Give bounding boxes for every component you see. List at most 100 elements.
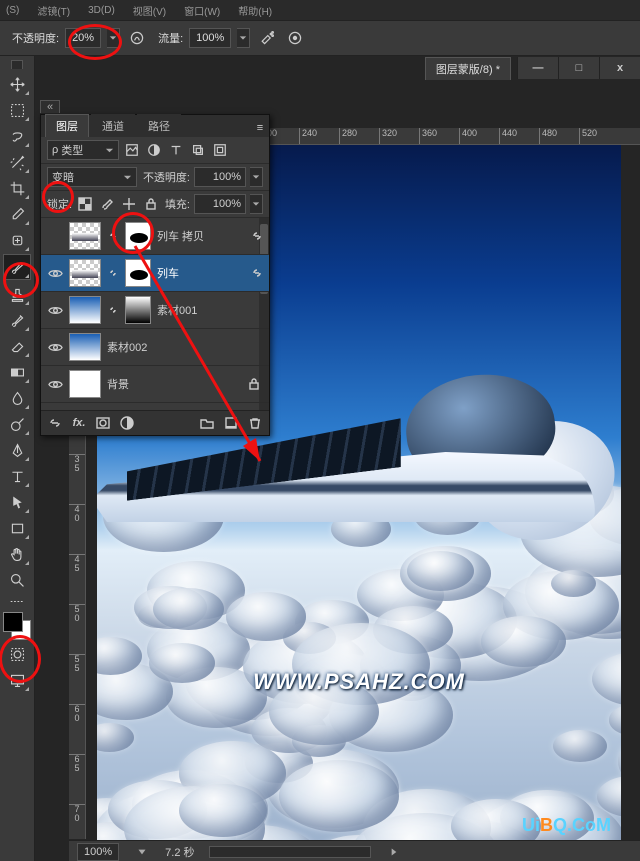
menu-item[interactable]: (S) <box>6 5 19 16</box>
crop-tool-icon[interactable] <box>4 176 30 200</box>
layer-name[interactable]: 列车 拷贝 <box>157 228 245 244</box>
delete-layer-icon[interactable] <box>245 414 265 432</box>
visibility-toggle[interactable] <box>47 376 63 392</box>
marquee-tool-icon[interactable] <box>4 98 30 122</box>
layer-thumb[interactable] <box>69 370 101 398</box>
rectangle-tool-icon[interactable] <box>4 516 30 540</box>
menu-item[interactable]: 视图(V) <box>133 3 166 18</box>
blur-tool-icon[interactable] <box>4 386 30 410</box>
document-tab[interactable]: 图层蒙版/8) * <box>425 57 511 80</box>
fill-dropdown-icon[interactable] <box>250 194 263 214</box>
layers-panel: 图层 通道 路径 ≡ ρ 类型 变暗 不透明度: 100% <box>40 114 270 436</box>
history-brush-tool-icon[interactable] <box>4 308 30 332</box>
lock-pixels-icon[interactable] <box>98 195 116 213</box>
visibility-toggle[interactable] <box>47 265 63 281</box>
lock-transparent-icon[interactable] <box>76 195 94 213</box>
link-indicator-icon[interactable] <box>251 267 263 279</box>
healing-tool-icon[interactable] <box>4 228 30 252</box>
window-maximize-button[interactable]: □ <box>558 57 599 79</box>
layer-row[interactable]: 列车 拷贝 <box>41 218 269 255</box>
pressure-size-icon[interactable] <box>284 27 306 49</box>
panel-collapse-icon[interactable]: « <box>40 100 60 113</box>
tab-layers[interactable]: 图层 <box>45 114 89 137</box>
hand-tool-icon[interactable] <box>4 542 30 566</box>
path-select-tool-icon[interactable] <box>4 490 30 514</box>
layer-opacity-dropdown-icon[interactable] <box>250 167 263 187</box>
opacity-value[interactable]: 20% <box>65 28 101 48</box>
link-indicator-icon[interactable] <box>251 230 263 242</box>
window-minimize-button[interactable]: — <box>517 57 558 79</box>
color-swatch[interactable] <box>2 611 32 641</box>
status-caret-icon[interactable] <box>133 843 151 861</box>
lasso-tool-icon[interactable] <box>4 124 30 148</box>
magic-wand-tool-icon[interactable] <box>4 150 30 174</box>
type-tool-icon[interactable] <box>4 464 30 488</box>
brush-tool-icon[interactable] <box>3 254 31 280</box>
tab-channels[interactable]: 通道 <box>91 114 135 137</box>
tab-paths[interactable]: 路径 <box>137 114 181 137</box>
menu-item[interactable]: 帮助(H) <box>238 3 272 18</box>
fill-value[interactable]: 100% <box>194 194 246 214</box>
layer-name[interactable]: 素材002 <box>107 339 263 355</box>
panel-menu-icon[interactable]: ≡ <box>251 119 269 137</box>
filter-shape-icon[interactable] <box>189 141 207 159</box>
opacity-label: 不透明度: <box>12 30 59 46</box>
dodge-tool-icon[interactable] <box>4 412 30 436</box>
layer-name[interactable]: 素材001 <box>157 302 263 318</box>
layer-row[interactable]: 素材002 <box>41 329 269 366</box>
new-adjustment-icon[interactable] <box>117 414 137 432</box>
pressure-opacity-icon[interactable] <box>126 27 148 49</box>
layer-thumb[interactable] <box>69 333 101 361</box>
eyedropper-tool-icon[interactable] <box>4 202 30 226</box>
mask-thumb[interactable] <box>125 296 151 324</box>
stamp-tool-icon[interactable] <box>4 282 30 306</box>
flow-dropdown-icon[interactable] <box>237 28 250 48</box>
lock-all-icon[interactable] <box>142 195 160 213</box>
move-tool-icon[interactable] <box>4 72 30 96</box>
mask-thumb[interactable] <box>125 222 151 250</box>
eraser-tool-icon[interactable] <box>4 334 30 358</box>
layer-name[interactable]: 背景 <box>107 376 239 392</box>
menu-item[interactable]: 滤镜(T) <box>37 3 70 18</box>
filter-pixel-icon[interactable] <box>123 141 141 159</box>
status-caret-icon[interactable] <box>385 843 403 861</box>
new-layer-icon[interactable] <box>221 414 241 432</box>
visibility-toggle[interactable] <box>47 302 63 318</box>
layer-fx-icon[interactable]: fx. <box>69 414 89 432</box>
flow-value[interactable]: 100% <box>189 28 231 48</box>
mask-thumb[interactable] <box>125 259 151 287</box>
new-group-icon[interactable] <box>197 414 217 432</box>
airbrush-icon[interactable] <box>256 27 278 49</box>
zoom-tool-icon[interactable] <box>4 568 30 592</box>
filter-kind-select[interactable]: ρ 类型 <box>47 140 119 160</box>
filter-type-icon[interactable] <box>167 141 185 159</box>
layer-thumb[interactable] <box>69 222 101 250</box>
visibility-toggle[interactable] <box>47 228 63 244</box>
blend-mode-select[interactable]: 变暗 <box>47 167 137 187</box>
filter-smart-icon[interactable] <box>211 141 229 159</box>
menu-item[interactable]: 窗口(W) <box>184 3 220 18</box>
opacity-dropdown-icon[interactable] <box>107 28 120 48</box>
visibility-toggle[interactable] <box>47 339 63 355</box>
menu-item[interactable]: 3D(D) <box>88 5 115 16</box>
layer-name[interactable]: 列车 <box>157 265 245 281</box>
window-close-button[interactable]: x <box>599 57 640 79</box>
layer-row[interactable]: 素材001 <box>41 292 269 329</box>
foreground-color-swatch[interactable] <box>3 612 23 632</box>
layer-thumb[interactable] <box>69 259 101 287</box>
add-mask-icon[interactable] <box>93 414 113 432</box>
layer-row[interactable]: 列车 <box>41 255 269 292</box>
screenmode-tool-icon[interactable] <box>4 668 30 692</box>
pen-tool-icon[interactable] <box>4 438 30 462</box>
gradient-tool-icon[interactable] <box>4 360 30 384</box>
filter-adjust-icon[interactable] <box>145 141 163 159</box>
menu-bar: (S) 滤镜(T) 3D(D) 视图(V) 窗口(W) 帮助(H) <box>0 0 640 20</box>
toolbox-collapse-icon[interactable] <box>11 60 23 69</box>
zoom-level[interactable]: 100% <box>77 843 119 861</box>
layer-thumb[interactable] <box>69 296 101 324</box>
link-layers-icon[interactable] <box>45 414 65 432</box>
lock-position-icon[interactable] <box>120 195 138 213</box>
quickmask-tool-icon[interactable] <box>4 642 30 666</box>
layer-opacity-value[interactable]: 100% <box>194 167 246 187</box>
layer-row[interactable]: 背景 <box>41 366 269 403</box>
